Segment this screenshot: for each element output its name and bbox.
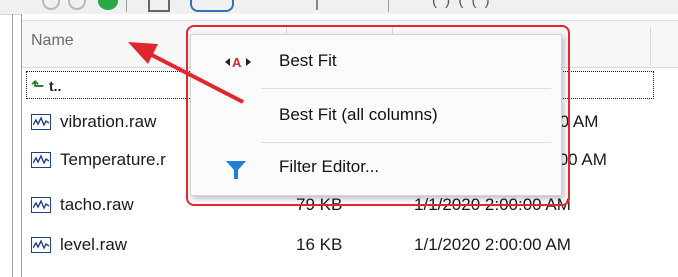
annotation-arrow <box>128 42 244 104</box>
